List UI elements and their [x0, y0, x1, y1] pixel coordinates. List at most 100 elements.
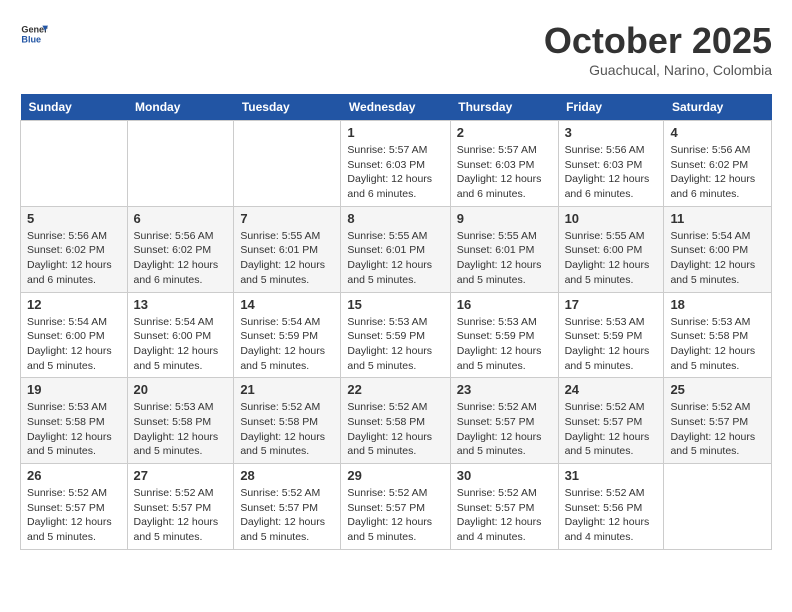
- day-info: Sunrise: 5:53 AMSunset: 5:59 PMDaylight:…: [457, 315, 552, 374]
- day-info: Sunrise: 5:53 AMSunset: 5:58 PMDaylight:…: [134, 400, 228, 459]
- day-info: Sunrise: 5:52 AMSunset: 5:57 PMDaylight:…: [457, 486, 552, 545]
- day-info: Sunrise: 5:55 AMSunset: 6:01 PMDaylight:…: [457, 229, 552, 288]
- day-number: 19: [27, 382, 121, 397]
- day-info: Sunrise: 5:52 AMSunset: 5:57 PMDaylight:…: [670, 400, 765, 459]
- day-info: Sunrise: 5:54 AMSunset: 6:00 PMDaylight:…: [27, 315, 121, 374]
- day-info: Sunrise: 5:54 AMSunset: 6:00 PMDaylight:…: [134, 315, 228, 374]
- calendar-cell: 7 Sunrise: 5:55 AMSunset: 6:01 PMDaylight…: [234, 206, 341, 292]
- day-number: 29: [347, 468, 443, 483]
- calendar-cell: 13Sunrise: 5:54 AMSunset: 6:00 PMDayligh…: [127, 292, 234, 378]
- calendar-cell: 17 Sunrise: 5:53 AMSunset: 5:59 PMDayligh…: [558, 292, 664, 378]
- day-number: 17: [565, 297, 658, 312]
- calendar-cell: 15Sunrise: 5:53 AMSunset: 5:59 PMDayligh…: [341, 292, 450, 378]
- day-info: Sunrise: 5:56 AMSunset: 6:03 PMDaylight:…: [565, 143, 658, 202]
- calendar-cell: 9 Sunrise: 5:55 AMSunset: 6:01 PMDaylight…: [450, 206, 558, 292]
- day-number: 5: [27, 211, 121, 226]
- weekday-header-wednesday: Wednesday: [341, 94, 450, 121]
- calendar-cell: 26 Sunrise: 5:52 AMSunset: 5:57 PMDayligh…: [21, 464, 128, 550]
- calendar-cell: 23 Sunrise: 5:52 AMSunset: 5:57 PMDayligh…: [450, 378, 558, 464]
- day-info: Sunrise: 5:52 AMSunset: 5:56 PMDaylight:…: [565, 486, 658, 545]
- day-number: 27: [134, 468, 228, 483]
- day-number: 2: [457, 125, 552, 140]
- week-row-1: 1 Sunrise: 5:57 AMSunset: 6:03 PMDaylight…: [21, 121, 772, 207]
- day-number: 30: [457, 468, 552, 483]
- day-number: 21: [240, 382, 334, 397]
- day-number: 24: [565, 382, 658, 397]
- day-info: Sunrise: 5:56 AMSunset: 6:02 PMDaylight:…: [134, 229, 228, 288]
- header-row: SundayMondayTuesdayWednesdayThursdayFrid…: [21, 94, 772, 121]
- weekday-header-sunday: Sunday: [21, 94, 128, 121]
- calendar-cell: 18Sunrise: 5:53 AMSunset: 5:58 PMDayligh…: [664, 292, 772, 378]
- calendar-cell: 5 Sunrise: 5:56 AMSunset: 6:02 PMDaylight…: [21, 206, 128, 292]
- day-number: 7: [240, 211, 334, 226]
- calendar-cell: 21 Sunrise: 5:52 AMSunset: 5:58 PMDayligh…: [234, 378, 341, 464]
- calendar-cell: 25 Sunrise: 5:52 AMSunset: 5:57 PMDayligh…: [664, 378, 772, 464]
- calendar-cell: 6 Sunrise: 5:56 AMSunset: 6:02 PMDaylight…: [127, 206, 234, 292]
- day-number: 6: [134, 211, 228, 226]
- calendar-cell: [21, 121, 128, 207]
- day-number: 8: [347, 211, 443, 226]
- day-number: 3: [565, 125, 658, 140]
- day-number: 22: [347, 382, 443, 397]
- day-number: 9: [457, 211, 552, 226]
- day-info: Sunrise: 5:55 AMSunset: 6:01 PMDaylight:…: [347, 229, 443, 288]
- weekday-header-thursday: Thursday: [450, 94, 558, 121]
- day-number: 25: [670, 382, 765, 397]
- day-number: 15: [347, 297, 443, 312]
- day-number: 23: [457, 382, 552, 397]
- weekday-header-saturday: Saturday: [664, 94, 772, 121]
- weekday-header-friday: Friday: [558, 94, 664, 121]
- day-info: Sunrise: 5:57 AMSunset: 6:03 PMDaylight:…: [347, 143, 443, 202]
- day-info: Sunrise: 5:55 AMSunset: 6:01 PMDaylight:…: [240, 229, 334, 288]
- month-title: October 2025: [544, 20, 772, 62]
- day-number: 16: [457, 297, 552, 312]
- day-number: 20: [134, 382, 228, 397]
- calendar-table: SundayMondayTuesdayWednesdayThursdayFrid…: [20, 94, 772, 550]
- day-number: 10: [565, 211, 658, 226]
- calendar-cell: 3 Sunrise: 5:56 AMSunset: 6:03 PMDaylight…: [558, 121, 664, 207]
- day-number: 14: [240, 297, 334, 312]
- day-info: Sunrise: 5:52 AMSunset: 5:58 PMDaylight:…: [240, 400, 334, 459]
- calendar-cell: 24Sunrise: 5:52 AMSunset: 5:57 PMDayligh…: [558, 378, 664, 464]
- day-info: Sunrise: 5:53 AMSunset: 5:59 PMDaylight:…: [565, 315, 658, 374]
- day-info: Sunrise: 5:56 AMSunset: 6:02 PMDaylight:…: [27, 229, 121, 288]
- calendar-cell: 12 Sunrise: 5:54 AMSunset: 6:00 PMDayligh…: [21, 292, 128, 378]
- day-info: Sunrise: 5:53 AMSunset: 5:58 PMDaylight:…: [27, 400, 121, 459]
- calendar-cell: 28Sunrise: 5:52 AMSunset: 5:57 PMDayligh…: [234, 464, 341, 550]
- day-info: Sunrise: 5:52 AMSunset: 5:58 PMDaylight:…: [347, 400, 443, 459]
- week-row-4: 19 Sunrise: 5:53 AMSunset: 5:58 PMDayligh…: [21, 378, 772, 464]
- day-info: Sunrise: 5:54 AMSunset: 6:00 PMDaylight:…: [670, 229, 765, 288]
- weekday-header-monday: Monday: [127, 94, 234, 121]
- day-number: 1: [347, 125, 443, 140]
- calendar-cell: 22 Sunrise: 5:52 AMSunset: 5:58 PMDayligh…: [341, 378, 450, 464]
- logo-icon: General Blue: [20, 20, 48, 48]
- calendar-cell: 14 Sunrise: 5:54 AMSunset: 5:59 PMDayligh…: [234, 292, 341, 378]
- day-info: Sunrise: 5:52 AMSunset: 5:57 PMDaylight:…: [457, 400, 552, 459]
- week-row-3: 12 Sunrise: 5:54 AMSunset: 6:00 PMDayligh…: [21, 292, 772, 378]
- day-info: Sunrise: 5:55 AMSunset: 6:00 PMDaylight:…: [565, 229, 658, 288]
- day-info: Sunrise: 5:54 AMSunset: 5:59 PMDaylight:…: [240, 315, 334, 374]
- calendar-cell: 11Sunrise: 5:54 AMSunset: 6:00 PMDayligh…: [664, 206, 772, 292]
- weekday-header-tuesday: Tuesday: [234, 94, 341, 121]
- calendar-cell: 8 Sunrise: 5:55 AMSunset: 6:01 PMDaylight…: [341, 206, 450, 292]
- day-number: 26: [27, 468, 121, 483]
- calendar-cell: 20 Sunrise: 5:53 AMSunset: 5:58 PMDayligh…: [127, 378, 234, 464]
- day-number: 31: [565, 468, 658, 483]
- calendar-cell: 29Sunrise: 5:52 AMSunset: 5:57 PMDayligh…: [341, 464, 450, 550]
- day-info: Sunrise: 5:56 AMSunset: 6:02 PMDaylight:…: [670, 143, 765, 202]
- calendar-cell: 31 Sunrise: 5:52 AMSunset: 5:56 PMDayligh…: [558, 464, 664, 550]
- svg-text:Blue: Blue: [21, 34, 41, 44]
- calendar-cell: 4Sunrise: 5:56 AMSunset: 6:02 PMDaylight…: [664, 121, 772, 207]
- title-area: October 2025 Guachucal, Narino, Colombia: [544, 20, 772, 78]
- day-info: Sunrise: 5:52 AMSunset: 5:57 PMDaylight:…: [27, 486, 121, 545]
- location: Guachucal, Narino, Colombia: [544, 62, 772, 78]
- page-header: General Blue October 2025 Guachucal, Nar…: [20, 20, 772, 78]
- calendar-cell: 30 Sunrise: 5:52 AMSunset: 5:57 PMDayligh…: [450, 464, 558, 550]
- day-info: Sunrise: 5:57 AMSunset: 6:03 PMDaylight:…: [457, 143, 552, 202]
- week-row-2: 5 Sunrise: 5:56 AMSunset: 6:02 PMDaylight…: [21, 206, 772, 292]
- calendar-cell: 1 Sunrise: 5:57 AMSunset: 6:03 PMDaylight…: [341, 121, 450, 207]
- calendar-cell: [664, 464, 772, 550]
- day-number: 12: [27, 297, 121, 312]
- calendar-cell: 2 Sunrise: 5:57 AMSunset: 6:03 PMDaylight…: [450, 121, 558, 207]
- calendar-cell: [127, 121, 234, 207]
